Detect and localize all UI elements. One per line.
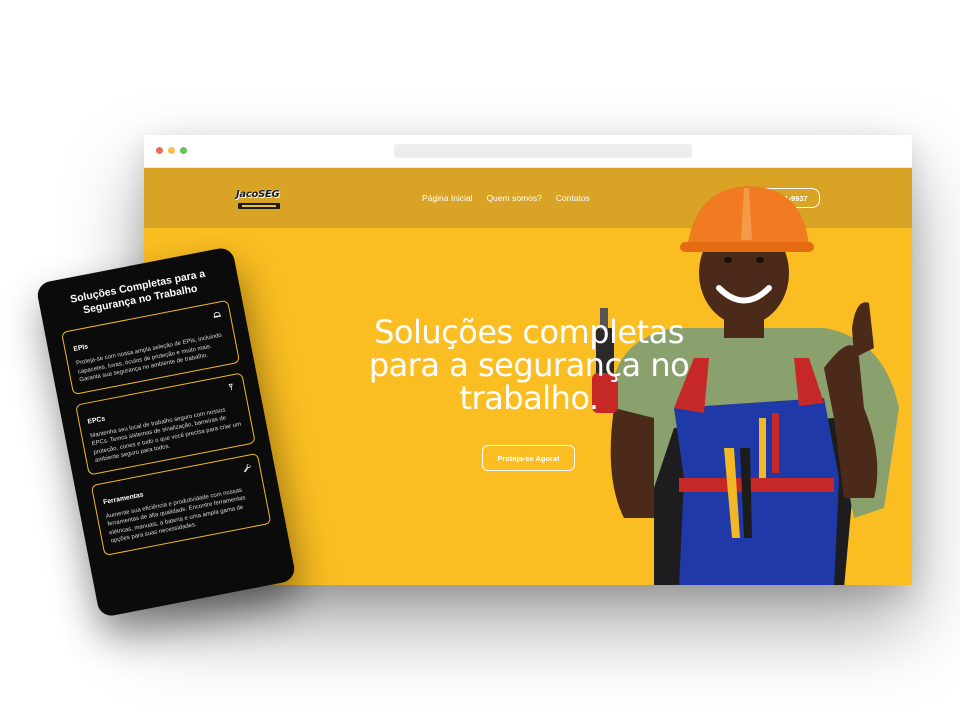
card-text: Proteja-se com nossa ampla seleção de EP… [75,332,223,384]
cta-button[interactable]: Proteja-se Agora! [482,445,575,471]
main-nav: Página Inicial Quem somos? Contatos [422,193,590,203]
hero-title: Soluções completas para a segurança no t… [368,313,690,417]
cone-icon [228,383,233,390]
maximize-window-dot[interactable] [180,147,187,154]
minimize-window-dot[interactable] [168,147,175,154]
logo-band [238,203,280,209]
browser-toolbar [144,135,912,168]
address-bar[interactable] [394,144,692,158]
mockup-stage: JacoSEG Página Inicial Quem somos? Conta… [0,0,960,720]
nav-link-about[interactable]: Quem somos? [487,193,542,203]
site-logo[interactable]: JacoSEG [236,187,282,211]
logo-text: JacoSEG [236,189,280,200]
helmet-icon [213,311,222,318]
nav-link-home[interactable]: Página Inicial [422,193,473,203]
close-window-dot[interactable] [156,147,163,154]
wrench-icon [243,463,251,472]
